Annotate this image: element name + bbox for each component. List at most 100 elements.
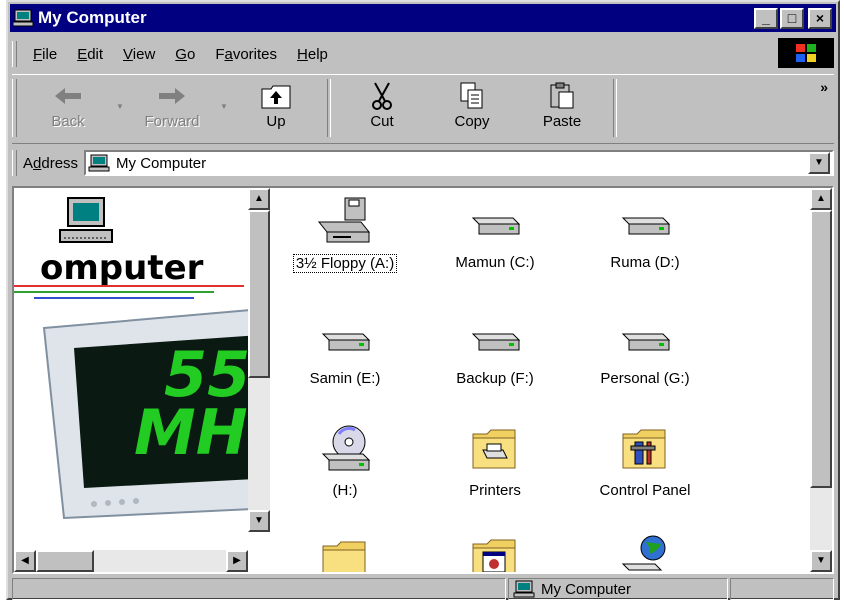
hard-drive-icon bbox=[471, 217, 521, 235]
menu-edit[interactable]: Edit bbox=[77, 46, 103, 63]
paste-label: Paste bbox=[542, 113, 582, 130]
forward-dropdown-icon[interactable]: ▼ bbox=[217, 102, 231, 111]
scroll-up-button[interactable]: ▲ bbox=[810, 188, 832, 210]
scheduled-tasks-folder-icon[interactable] bbox=[315, 536, 375, 574]
folder-label: Control Panel bbox=[599, 482, 691, 499]
windows-logo-icon bbox=[778, 38, 834, 68]
drive-f-item[interactable]: Backup (F:) bbox=[420, 312, 570, 412]
scissors-icon bbox=[372, 82, 392, 110]
scroll-down-button[interactable]: ▼ bbox=[248, 510, 270, 532]
drive-h-item[interactable]: (H:) bbox=[270, 424, 420, 524]
printers-folder-icon bbox=[472, 429, 516, 469]
toolbar-separator bbox=[613, 79, 617, 137]
my-computer-icon bbox=[13, 9, 33, 27]
file-view: 3½ Floppy (A:) Mamun (C:) Ruma (D:) Sami… bbox=[270, 188, 810, 572]
minimize-button[interactable]: _ bbox=[754, 7, 778, 29]
up-button[interactable]: Up bbox=[231, 75, 321, 139]
back-button[interactable]: Back bbox=[23, 75, 113, 139]
address-bar: Address My Computer ▼ bbox=[12, 146, 834, 180]
control-panel-icon bbox=[622, 429, 666, 469]
banner-lines bbox=[14, 285, 244, 299]
address-dropdown-button[interactable]: ▼ bbox=[808, 152, 830, 174]
drive-label: Mamun (C:) bbox=[455, 254, 535, 271]
paste-button[interactable]: Paste bbox=[517, 75, 607, 139]
hard-drive-icon bbox=[621, 333, 671, 351]
web-folder-icon[interactable] bbox=[465, 534, 525, 574]
maximize-button[interactable]: □ bbox=[780, 7, 804, 29]
drive-label: 3½ Floppy (A:) bbox=[292, 254, 398, 273]
status-bar: My Computer bbox=[12, 578, 834, 600]
copy-button[interactable]: Copy bbox=[427, 75, 517, 139]
cd-drive-icon bbox=[321, 425, 371, 471]
explorer-window: My Computer _ □ × File Edit View Go Favo… bbox=[6, 0, 840, 600]
drive-g-item[interactable]: Personal (G:) bbox=[570, 312, 720, 412]
drive-label: Backup (F:) bbox=[456, 370, 534, 387]
menu-grip[interactable] bbox=[12, 41, 17, 67]
main-vertical-scrollbar[interactable]: ▲ ▼ bbox=[810, 188, 832, 572]
toolbar-more-chevron[interactable]: » bbox=[820, 79, 828, 95]
my-computer-icon bbox=[513, 580, 535, 598]
drive-e-item[interactable]: Samin (E:) bbox=[270, 312, 420, 412]
drive-label: Ruma (D:) bbox=[610, 254, 680, 271]
cut-button[interactable]: Cut bbox=[337, 75, 427, 139]
window-title: My Computer bbox=[38, 8, 147, 27]
scroll-down-button[interactable]: ▼ bbox=[810, 550, 832, 572]
hard-drive-icon bbox=[621, 217, 671, 235]
drive-c-item[interactable]: Mamun (C:) bbox=[420, 196, 570, 296]
control-panel-item[interactable]: Control Panel bbox=[570, 424, 720, 524]
status-panel-zone: My Computer bbox=[508, 578, 728, 600]
scroll-right-button[interactable]: ▶ bbox=[226, 550, 248, 572]
cut-label: Cut bbox=[370, 113, 394, 130]
forward-label: Forward bbox=[144, 113, 200, 130]
standard-toolbar: Back ▼ Forward ▼ Up Cut Copy Paste » bbox=[12, 74, 834, 144]
monitor-text-2: MH bbox=[134, 396, 248, 469]
hscroll-thumb[interactable] bbox=[36, 550, 94, 572]
back-dropdown-icon[interactable]: ▼ bbox=[113, 102, 127, 111]
copy-icon bbox=[460, 82, 483, 109]
scroll-left-button[interactable]: ◀ bbox=[14, 550, 36, 572]
menu-file[interactable]: File bbox=[33, 46, 57, 63]
address-input[interactable]: My Computer ▼ bbox=[84, 150, 834, 176]
left-vertical-scrollbar[interactable]: ▲ ▼ bbox=[248, 188, 270, 532]
drive-label: Samin (E:) bbox=[309, 370, 381, 387]
floppy-drive-icon bbox=[317, 197, 371, 243]
menu-go[interactable]: Go bbox=[175, 46, 195, 63]
forward-button[interactable]: Forward bbox=[127, 75, 217, 139]
hard-drive-icon bbox=[471, 333, 521, 351]
menu-bar: File Edit View Go Favorites Help bbox=[12, 38, 834, 70]
scroll-thumb[interactable] bbox=[810, 210, 832, 488]
status-panel-left bbox=[12, 578, 506, 600]
folder-label: Printers bbox=[469, 482, 521, 499]
drive-d-item[interactable]: Ruma (D:) bbox=[570, 196, 720, 296]
content-area: omputer 55 MH ▲ ▼ ◀ ▶ 3½ Floppy (A:) Mam… bbox=[12, 186, 834, 574]
address-grip[interactable] bbox=[12, 150, 17, 176]
hard-drive-icon bbox=[321, 333, 371, 351]
paste-icon bbox=[550, 82, 574, 109]
brand-title: omputer bbox=[40, 248, 204, 288]
copy-label: Copy bbox=[454, 113, 490, 130]
menu-favorites[interactable]: Favorites bbox=[215, 46, 277, 63]
my-computer-large-icon bbox=[59, 197, 113, 243]
menu-help[interactable]: Help bbox=[297, 46, 328, 63]
web-view-panel: omputer 55 MH ▲ ▼ ◀ ▶ bbox=[14, 188, 270, 572]
menu-view[interactable]: View bbox=[123, 46, 155, 63]
up-label: Up bbox=[266, 113, 286, 130]
forward-arrow-icon bbox=[159, 88, 185, 104]
drive-a-item[interactable]: 3½ Floppy (A:) bbox=[270, 196, 420, 296]
printers-item[interactable]: Printers bbox=[420, 424, 570, 524]
network-globe-icon[interactable] bbox=[615, 534, 675, 574]
left-horizontal-scrollbar[interactable]: ◀ ▶ bbox=[14, 550, 248, 572]
close-button[interactable]: × bbox=[808, 7, 832, 29]
back-label: Back bbox=[51, 113, 85, 130]
drive-label: Personal (G:) bbox=[600, 370, 690, 387]
address-label: Address bbox=[23, 154, 79, 172]
scroll-up-button[interactable]: ▲ bbox=[248, 188, 270, 210]
status-panel-grip[interactable] bbox=[730, 578, 834, 600]
scroll-thumb[interactable] bbox=[248, 210, 270, 378]
title-bar[interactable]: My Computer _ □ × bbox=[10, 4, 836, 32]
address-value: My Computer bbox=[116, 154, 207, 172]
my-computer-icon bbox=[88, 154, 110, 172]
toolbar-grip[interactable] bbox=[12, 79, 17, 137]
drive-label: (H:) bbox=[332, 482, 358, 499]
status-zone-text: My Computer bbox=[541, 580, 632, 598]
